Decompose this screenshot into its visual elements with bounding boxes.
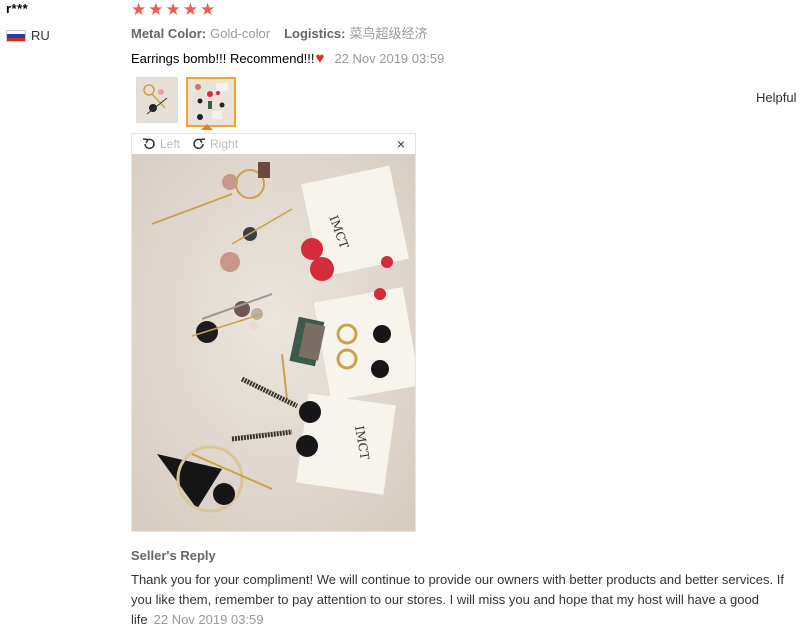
star-icon: ★: [131, 0, 147, 19]
earrings-thumbnail-image: [137, 78, 177, 122]
earrings-thumbnail-image: [188, 79, 234, 125]
review-content: Earrings bomb!!! Recommend!!! ♥ 22 Nov 2…: [131, 51, 444, 67]
seller-reply: Thank you for your compliment! We will c…: [131, 570, 795, 630]
metal-color-value: Gold-color: [210, 26, 271, 41]
rotate-right-button[interactable]: Right: [192, 137, 238, 151]
reviewer-name: r***: [6, 1, 29, 16]
logistics-label: Logistics:: [284, 26, 346, 41]
helpful-button[interactable]: Helpful: [756, 90, 796, 105]
review-photo-thumbnail[interactable]: [136, 77, 178, 123]
star-icon: ★: [200, 0, 216, 19]
product-attributes: Metal Color: Gold-color Logistics: 菜鸟超级经…: [131, 26, 428, 42]
rotate-right-icon: [193, 138, 206, 150]
review-photo-thumbnail-selected[interactable]: [186, 77, 236, 127]
review-text: Earrings bomb!!! Recommend!!!: [131, 51, 315, 66]
heart-icon: ♥: [315, 50, 325, 67]
review-photo-image: IMCT IMCT: [132, 154, 415, 531]
selected-thumbnail-pointer: [201, 124, 213, 130]
star-rating: ★ ★ ★ ★ ★: [131, 0, 215, 20]
rotate-right-label: Right: [210, 137, 239, 151]
seller-reply-date: 22 Nov 2019 03:59: [153, 612, 264, 627]
photo-viewer: Left Right × IMCT IMCT: [131, 133, 416, 532]
russia-flag-icon: [6, 30, 26, 42]
close-viewer-button[interactable]: ×: [397, 135, 405, 153]
reviewer-country: RU: [31, 28, 50, 43]
rotate-left-label: Left: [160, 137, 181, 151]
metal-color-label: Metal Color:: [131, 26, 207, 41]
review-date: 22 Nov 2019 03:59: [334, 51, 445, 66]
star-icon: ★: [165, 0, 181, 19]
star-icon: ★: [148, 0, 164, 19]
logistics-value: 菜鸟超级经济: [349, 26, 428, 41]
seller-reply-title: Seller's Reply: [131, 548, 216, 563]
rotate-left-icon: [142, 138, 155, 150]
star-icon: ★: [182, 0, 198, 19]
rotate-left-button[interactable]: Left: [142, 137, 180, 151]
viewer-toolbar: Left Right ×: [132, 134, 415, 155]
